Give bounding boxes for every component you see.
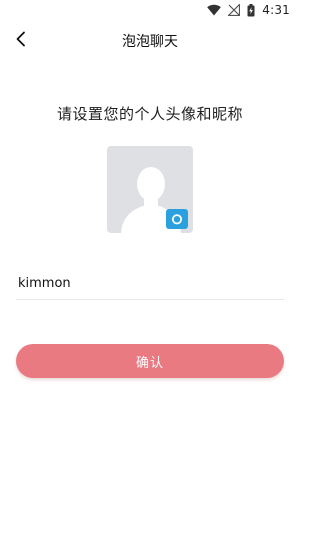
status-time: 4:31 — [262, 3, 290, 17]
confirm-button[interactable]: 确认 — [16, 344, 284, 378]
nickname-input[interactable] — [16, 268, 284, 300]
setup-prompt: 请设置您的个人头像和昵称 — [56, 105, 243, 123]
status-bar: 4:31 — [0, 0, 300, 20]
confirm-button-label: 确认 — [135, 355, 164, 371]
wifi-icon — [207, 4, 222, 16]
page-title: 泡泡聊天 — [122, 34, 178, 50]
battery-charging-icon — [247, 3, 255, 17]
no-signal-icon — [228, 4, 241, 16]
app-header: 泡泡聊天 — [0, 24, 300, 58]
camera-icon[interactable] — [166, 209, 188, 229]
